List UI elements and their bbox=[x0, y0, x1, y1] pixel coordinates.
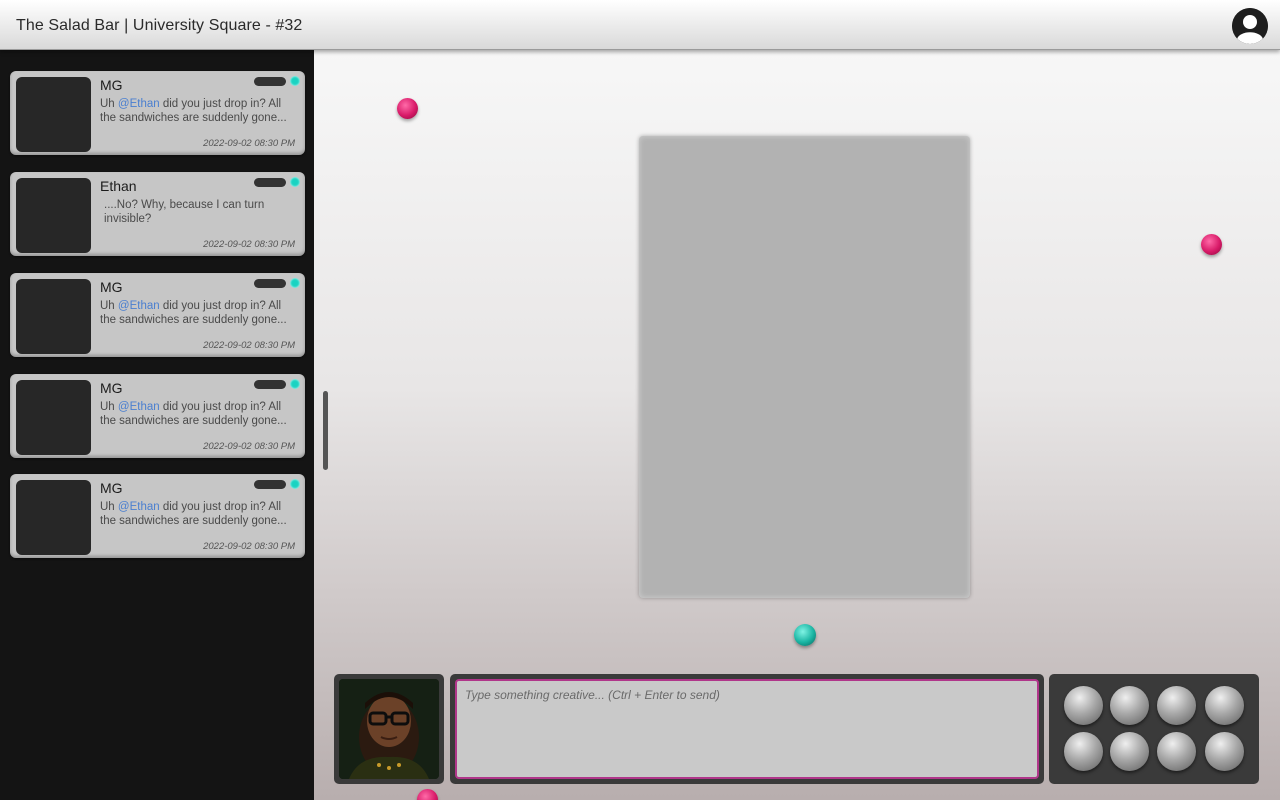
message-composer bbox=[450, 674, 1044, 784]
message-avatar bbox=[16, 77, 91, 152]
online-status-dot bbox=[290, 379, 300, 389]
message-text: Uh @Ethan did you just drop in? All the … bbox=[100, 98, 287, 124]
room-title: The Salad Bar | University Square - #32 bbox=[16, 17, 303, 34]
message-options-pill[interactable] bbox=[254, 178, 286, 187]
message-text: ....No? Why, because I can turn invisibl… bbox=[104, 199, 265, 225]
message-text: Uh @Ethan did you just drop in? All the … bbox=[100, 300, 287, 326]
chat-sidebar: MG Uh @Ethan did you just drop in? All t… bbox=[0, 50, 314, 800]
action-button-2[interactable] bbox=[1110, 686, 1149, 725]
action-button-7[interactable] bbox=[1157, 732, 1196, 771]
message-timestamp: 2022-09-02 08:30 PM bbox=[203, 239, 295, 250]
user-mention[interactable]: @Ethan bbox=[118, 98, 160, 110]
user-icon[interactable] bbox=[1232, 8, 1268, 44]
message-text: Uh @Ethan did you just drop in? All the … bbox=[100, 501, 287, 527]
action-button-8[interactable] bbox=[1205, 732, 1244, 771]
participant-orb[interactable] bbox=[1201, 234, 1222, 255]
message-timestamp: 2022-09-02 08:30 PM bbox=[203, 340, 295, 351]
message-avatar bbox=[16, 178, 91, 253]
action-button-5[interactable] bbox=[1064, 732, 1103, 771]
online-status-dot bbox=[290, 479, 300, 489]
message-avatar bbox=[16, 480, 91, 555]
message-avatar bbox=[16, 279, 91, 354]
chat-message[interactable]: MG Uh @Ethan did you just drop in? All t… bbox=[10, 273, 305, 357]
message-timestamp: 2022-09-02 08:30 PM bbox=[203, 441, 295, 452]
message-author: MG bbox=[100, 380, 123, 396]
online-status-dot bbox=[290, 177, 300, 187]
shared-canvas[interactable] bbox=[639, 136, 970, 598]
action-button-6[interactable] bbox=[1110, 732, 1149, 771]
user-mention[interactable]: @Ethan bbox=[118, 401, 160, 413]
top-bar: The Salad Bar | University Square - #32 bbox=[0, 0, 1280, 50]
video-feed bbox=[339, 679, 439, 779]
online-status-dot bbox=[290, 76, 300, 86]
camera-preview bbox=[334, 674, 444, 784]
online-status-dot bbox=[290, 278, 300, 288]
user-mention[interactable]: @Ethan bbox=[118, 501, 160, 513]
message-text: Uh @Ethan did you just drop in? All the … bbox=[100, 401, 287, 427]
message-options-pill[interactable] bbox=[254, 77, 286, 86]
action-button-panel bbox=[1049, 674, 1259, 784]
message-timestamp: 2022-09-02 08:30 PM bbox=[203, 541, 295, 552]
chat-message[interactable]: MG Uh @Ethan did you just drop in? All t… bbox=[10, 474, 305, 558]
message-author: MG bbox=[100, 77, 123, 93]
room-stage bbox=[314, 50, 1280, 800]
action-button-3[interactable] bbox=[1157, 686, 1196, 725]
message-options-pill[interactable] bbox=[254, 380, 286, 389]
message-author: MG bbox=[100, 480, 123, 496]
chat-message[interactable]: Ethan ....No? Why, because I can turn in… bbox=[10, 172, 305, 256]
self-orb[interactable] bbox=[794, 624, 816, 646]
message-input[interactable] bbox=[455, 679, 1039, 779]
message-author: MG bbox=[100, 279, 123, 295]
message-timestamp: 2022-09-02 08:30 PM bbox=[203, 138, 295, 149]
user-mention[interactable]: @Ethan bbox=[118, 300, 160, 312]
participant-orb[interactable] bbox=[417, 789, 438, 800]
participant-orb[interactable] bbox=[397, 98, 418, 119]
message-author: Ethan bbox=[100, 178, 137, 194]
action-button-1[interactable] bbox=[1064, 686, 1103, 725]
sidebar-resize-handle[interactable] bbox=[323, 391, 328, 470]
message-avatar bbox=[16, 380, 91, 455]
action-button-4[interactable] bbox=[1205, 686, 1244, 725]
message-options-pill[interactable] bbox=[254, 279, 286, 288]
chat-message[interactable]: MG Uh @Ethan did you just drop in? All t… bbox=[10, 374, 305, 458]
chat-message[interactable]: MG Uh @Ethan did you just drop in? All t… bbox=[10, 71, 305, 155]
message-options-pill[interactable] bbox=[254, 480, 286, 489]
